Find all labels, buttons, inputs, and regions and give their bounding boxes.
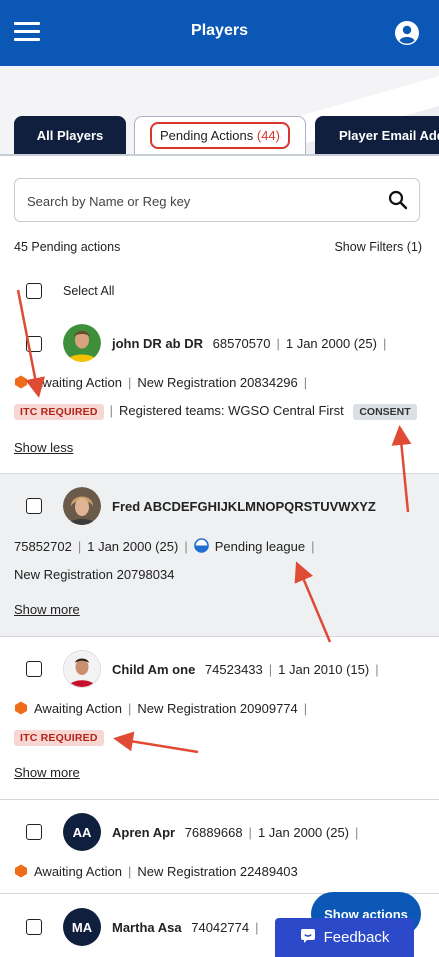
player-action[interactable]: New Registration 20834296 [137, 375, 297, 390]
player-info-row: Child Am one 74523433 | 1 Jan 2010 (15) | [112, 662, 379, 677]
player-dob: 1 Jan 2000 (25) [257, 825, 350, 840]
player-action[interactable]: New Registration 22489403 [137, 864, 297, 879]
page-title: Players [191, 22, 248, 39]
player-status: Awaiting Action [34, 375, 122, 390]
player-name-row: Fred ABCDEFGHIJKLMNOPQRSTUVWXYZ [112, 499, 376, 514]
player-checkbox[interactable] [26, 498, 42, 514]
player-reg-key: 75852702 [14, 539, 72, 554]
player-info-row: Apren Apr 76889668 | 1 Jan 2000 (25) | [112, 825, 359, 840]
feedback-button[interactable]: Feedback [275, 918, 414, 957]
player-status: Awaiting Action [34, 701, 122, 716]
pending-league-icon [193, 538, 209, 553]
player-status-row: Awaiting Action | New Registration 2083429… [14, 375, 313, 390]
player-name[interactable]: john DR ab DR [112, 336, 203, 351]
show-more-link[interactable]: Show more [14, 602, 80, 617]
player-reg-key: 68570570 [212, 336, 271, 351]
player-status-row: Awaiting Action | New Registration 2248940… [14, 864, 298, 879]
player-info-row: Martha Asa 74042774 | [112, 920, 259, 935]
player-status-row: Awaiting Action | New Registration 2090977… [14, 701, 313, 716]
player-reg-key: 74042774 [191, 920, 250, 935]
player-avatar-initials[interactable]: AA [63, 813, 101, 851]
tab-player-email-label: Player Email Addr [339, 127, 439, 143]
tab-pending-actions[interactable]: Pending Actions (44) [134, 116, 306, 154]
player-dob: 1 Jan 2010 (15) [278, 662, 370, 677]
player-avatar[interactable] [63, 487, 101, 525]
player-checkbox[interactable] [26, 824, 42, 840]
tab-divider [0, 154, 439, 156]
player-name[interactable]: Fred ABCDEFGHIJKLMNOPQRSTUVWXYZ [112, 499, 376, 514]
player-checkbox[interactable] [26, 661, 42, 677]
awaiting-hexagon-icon [14, 701, 28, 715]
player-badges-row: ITC REQUIRED [14, 729, 104, 746]
search-field[interactable] [14, 178, 420, 222]
select-all-checkbox[interactable] [26, 283, 42, 299]
player-avatar[interactable] [63, 650, 101, 688]
card-divider [0, 636, 439, 637]
tab-player-email[interactable]: Player Email Addr [315, 116, 439, 154]
tab-all-players[interactable]: All Players [14, 116, 126, 154]
player-action[interactable]: New Registration 20798034 [14, 567, 174, 582]
player-name[interactable]: Martha Asa [112, 920, 182, 935]
player-checkbox[interactable] [26, 919, 42, 935]
tab-all-players-label: All Players [36, 127, 104, 143]
feedback-label: Feedback [323, 929, 390, 946]
search-icon[interactable] [388, 190, 408, 210]
card-divider [0, 799, 439, 800]
player-name[interactable]: Apren Apr [112, 825, 175, 840]
player-checkbox[interactable] [26, 336, 42, 352]
pending-actions-highlight: Pending Actions (44) [150, 122, 290, 149]
search-input[interactable] [25, 189, 369, 213]
player-status: Pending league [214, 539, 306, 554]
player-info-row: john DR ab DR 68570570 | 1 Jan 2000 (25) | [112, 336, 387, 351]
registered-teams: Registered teams: WGSO Central First [119, 403, 344, 418]
account-circle-icon[interactable] [394, 20, 420, 46]
consent-badge: CONSENT [353, 404, 417, 420]
player-avatar-initials[interactable]: MA [63, 908, 101, 946]
show-more-link[interactable]: Show more [14, 765, 80, 780]
card-divider [0, 473, 439, 474]
awaiting-hexagon-icon [14, 864, 28, 878]
itc-required-badge: ITC REQUIRED [14, 730, 104, 746]
player-avatar[interactable] [63, 324, 101, 362]
select-all-label: Select All [63, 284, 115, 298]
player-action[interactable]: New Registration 20909774 [137, 701, 297, 716]
player-reg-key: 74523433 [204, 662, 263, 677]
player-dob: 1 Jan 2000 (25) [285, 336, 377, 351]
player-dob: 1 Jan 2000 (25) [87, 539, 179, 554]
pending-count: 45 Pending actions [14, 240, 121, 254]
feedback-chat-icon [300, 928, 316, 948]
player-reg-key: 76889668 [184, 825, 243, 840]
tab-pending-actions-label: Pending Actions [160, 128, 254, 143]
player-status: Awaiting Action [34, 864, 122, 879]
player-info-row: 75852702 | 1 Jan 2000 (25) | Pending league | [14, 538, 315, 554]
player-badges-row: ITC REQUIRED | Registered teams: WGSO Cent… [14, 403, 417, 420]
itc-required-badge: ITC REQUIRED [14, 404, 104, 420]
awaiting-hexagon-icon [14, 375, 28, 389]
pending-actions-count: (44) [256, 128, 280, 143]
player-name[interactable]: Child Am one [112, 662, 195, 677]
show-less-link[interactable]: Show less [14, 440, 73, 455]
show-filters-link[interactable]: Show Filters (1) [334, 240, 422, 254]
